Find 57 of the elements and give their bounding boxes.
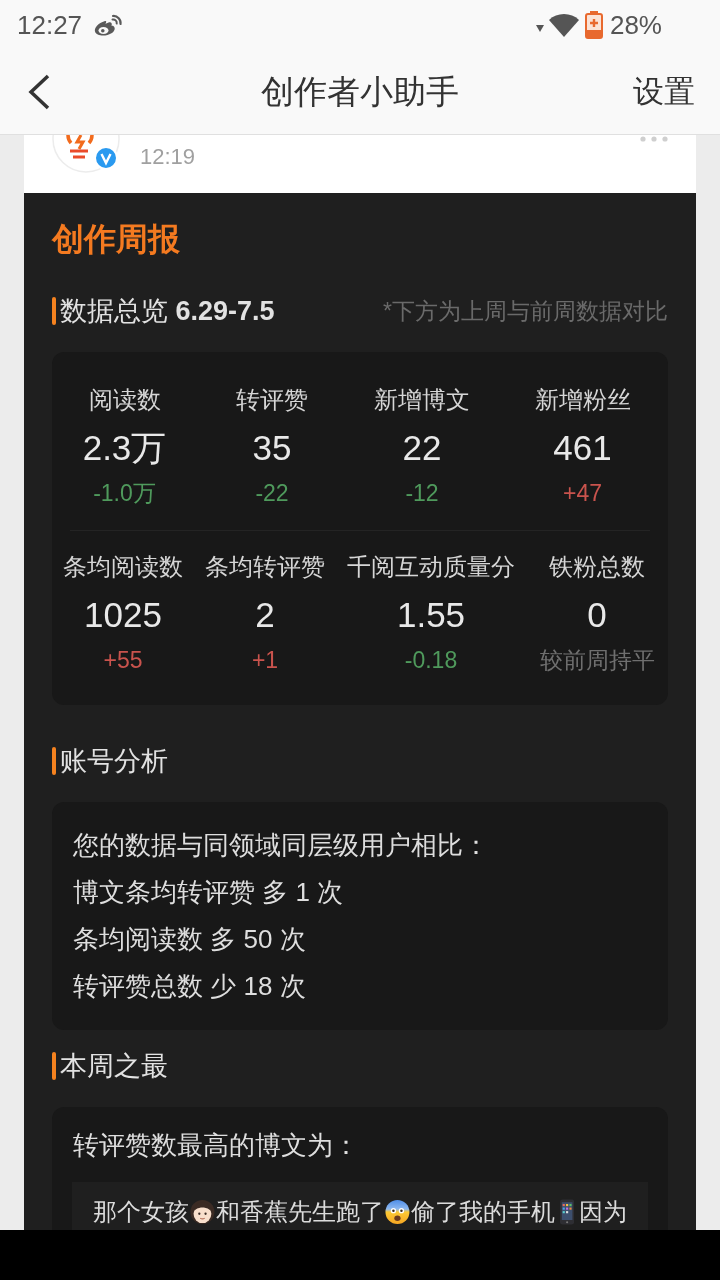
- post-excerpt-text: 偷了我的手机: [410, 1197, 555, 1227]
- section-heading: 数据总览 6.29-7.5: [60, 295, 275, 328]
- section-heading: 账号分析: [60, 745, 168, 778]
- stat-change: -22: [255, 479, 289, 507]
- verified-badge-icon: [94, 146, 118, 170]
- stat-value: 1.55: [396, 594, 466, 636]
- girl-emoji-icon: [190, 1198, 215, 1226]
- stat-value: 461: [553, 427, 612, 469]
- report-title: 创作周报: [52, 220, 181, 259]
- stat-value: 2: [255, 594, 275, 636]
- stat-change: -1.0万: [93, 479, 156, 507]
- analysis-text: 转评赞总数 少 18 次: [73, 970, 307, 1003]
- stat-value: 22: [402, 427, 442, 469]
- stat-label: 转评赞: [236, 385, 308, 415]
- accent-bar-icon: [52, 747, 56, 775]
- status-time: 12:27: [17, 10, 83, 40]
- stat-change: +1: [251, 646, 279, 674]
- mobile-phone-emoji-icon: [559, 1198, 574, 1226]
- accent-bar-icon: [52, 1052, 56, 1080]
- battery-icon: [584, 11, 603, 39]
- post-time: 12:19: [140, 145, 196, 169]
- post-excerpt-text: 那个女孩: [93, 1197, 189, 1227]
- stat-change: -0.18: [404, 646, 458, 674]
- stat-label: 条均转评赞: [205, 552, 325, 582]
- back-button[interactable]: [28, 74, 50, 110]
- stat-value: 2.3万: [82, 427, 167, 469]
- stat-change: -12: [405, 479, 439, 507]
- stat-change: +47: [563, 479, 602, 507]
- stat-change: +55: [103, 646, 143, 674]
- stat-label: 千阅互动质量分: [347, 552, 515, 582]
- stat-label: 新增博文: [374, 385, 470, 415]
- stat-label: 条均阅读数: [63, 552, 183, 582]
- page-title: 创作者小助手: [261, 72, 459, 112]
- stat-change: 较前周持平: [539, 646, 655, 674]
- data-activity-icon: [535, 24, 544, 32]
- stat-label: 铁粉总数: [549, 552, 645, 582]
- analysis-text: 您的数据与同领域同层级用户相比：: [73, 829, 490, 862]
- stat-value: 35: [252, 427, 292, 469]
- stat-label: 新增粉丝: [534, 385, 631, 415]
- wifi-icon: [548, 13, 579, 37]
- app-notification-icon: [93, 13, 124, 37]
- post-excerpt-box[interactable]: 那个女孩 和香蕉先生跑了 偷了我的手机 因为: [72, 1182, 648, 1230]
- analysis-text: 博文条均转评赞 多 1 次: [73, 876, 345, 909]
- analysis-text: 条均阅读数 多 50 次: [73, 923, 307, 956]
- scared-face-emoji-icon: [384, 1198, 410, 1226]
- post-excerpt-text: 和香蕉先生跑了: [215, 1197, 384, 1227]
- battery-percentage: 28%: [609, 10, 662, 40]
- accent-bar-icon: [52, 297, 56, 325]
- section-heading: 本周之最: [60, 1050, 168, 1083]
- best-post-intro: 转评赞数最高的博文为：: [72, 1129, 360, 1162]
- stat-value: 0: [587, 594, 607, 636]
- stat-value: 1025: [84, 594, 162, 636]
- comparison-note: *下方为上周与前周数据对比: [383, 297, 668, 326]
- post-excerpt-text: 因为: [579, 1197, 627, 1227]
- back-icon: [28, 74, 50, 110]
- stat-label: 阅读数: [88, 385, 161, 415]
- settings-button[interactable]: 设置: [633, 72, 695, 112]
